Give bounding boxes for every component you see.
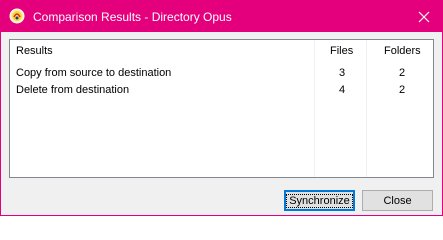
close-button[interactable]: Close — [362, 190, 433, 211]
close-button-label: Close — [383, 194, 412, 207]
row-folders-count: 2 — [399, 67, 406, 79]
row-label[interactable]: Delete from destination — [16, 83, 129, 97]
column-header-results[interactable]: Results — [16, 44, 53, 58]
title-bar[interactable]: Comparison Results - Directory Opus — [1, 1, 442, 32]
results-list[interactable]: Results Files Folders Copy from source t… — [9, 39, 434, 178]
close-icon[interactable] — [406, 1, 442, 32]
row-files-count: 4 — [339, 84, 346, 96]
row-files-count: 3 — [339, 67, 346, 79]
directory-opus-app-icon — [9, 8, 25, 24]
row-folders-count: 2 — [399, 84, 406, 96]
column-header-files[interactable]: Files — [330, 44, 353, 58]
column-divider — [314, 40, 315, 177]
row-label[interactable]: Copy from source to destination — [16, 66, 171, 80]
window-title: Comparison Results - Directory Opus — [33, 10, 232, 24]
comparison-results-window: Comparison Results - Directory Opus Resu… — [0, 0, 443, 216]
synchronize-button[interactable]: Synchronize — [284, 190, 355, 211]
column-header-folders[interactable]: Folders — [384, 44, 421, 58]
synchronize-button-label: Synchronize — [286, 193, 353, 208]
column-divider — [366, 40, 367, 177]
